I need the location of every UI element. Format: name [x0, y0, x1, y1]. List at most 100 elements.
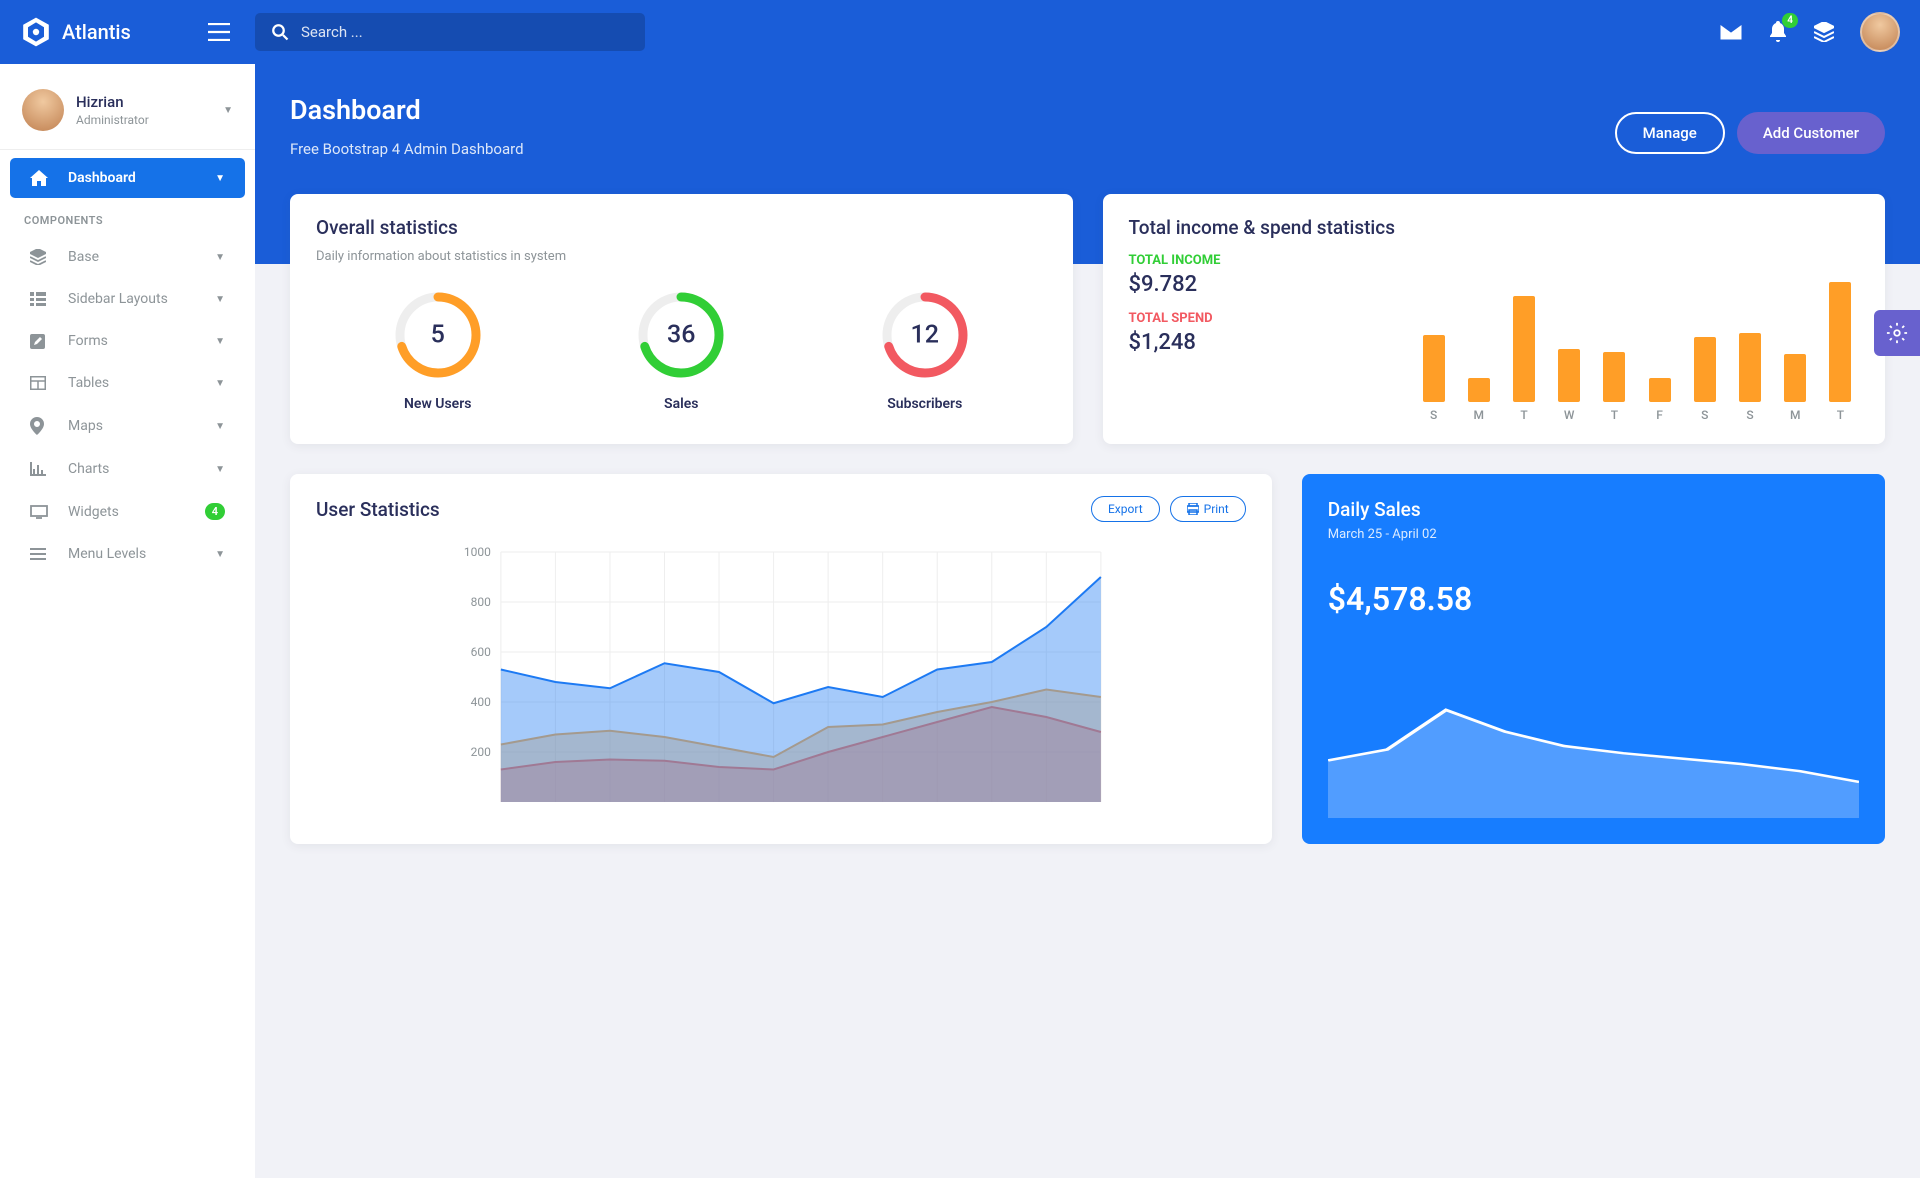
- manage-button[interactable]: Manage: [1615, 112, 1725, 154]
- chart-icon: [30, 462, 54, 476]
- svg-text:1000: 1000: [464, 545, 491, 559]
- daily-sales-chart: [1328, 638, 1859, 818]
- print-icon: [1187, 503, 1199, 515]
- card-title: Overall statistics: [316, 216, 1047, 239]
- nav-maps[interactable]: Maps ▼: [10, 405, 245, 447]
- chevron-down-icon: ▼: [223, 105, 233, 116]
- menu-toggle-icon[interactable]: [208, 23, 230, 41]
- bar-column: S: [1686, 337, 1723, 422]
- bar-column: T: [1822, 282, 1859, 422]
- bar-column: S: [1731, 333, 1768, 422]
- notification-badge: 4: [1782, 13, 1798, 28]
- settings-fab[interactable]: [1874, 310, 1920, 356]
- nav-forms[interactable]: Forms ▼: [10, 321, 245, 361]
- home-icon: [30, 170, 54, 186]
- user-stats-area-chart: 2004006008001000: [316, 542, 1246, 822]
- sidebar: Hizrian Administrator ▼ Dashboard ▼ COMP…: [0, 64, 255, 1178]
- bar-column: S: [1415, 335, 1452, 422]
- overall-statistics-card: Overall statistics Daily information abo…: [290, 194, 1073, 444]
- nav-tables[interactable]: Tables ▼: [10, 363, 245, 403]
- chevron-down-icon: ▼: [215, 378, 225, 389]
- nav-section-label: COMPONENTS: [0, 200, 255, 235]
- pencil-icon: [30, 334, 54, 349]
- chevron-down-icon: ▼: [215, 173, 225, 184]
- income-label: TOTAL INCOME: [1129, 253, 1395, 268]
- card-title: Total income & spend statistics: [1129, 216, 1395, 239]
- nav-base[interactable]: Base ▼: [10, 237, 245, 277]
- bar-column: T: [1505, 296, 1542, 422]
- search-icon: [271, 23, 289, 41]
- nav-label: Dashboard: [68, 170, 136, 186]
- search-box[interactable]: [255, 13, 645, 51]
- stat-circle: 5 New Users: [393, 290, 483, 412]
- stat-circle: 12 Subscribers: [880, 290, 970, 412]
- layers-icon: [30, 249, 54, 265]
- nav-label: Base: [68, 249, 99, 265]
- page-subtitle: Free Bootstrap 4 Admin Dashboard: [290, 140, 524, 158]
- user-avatar-top[interactable]: [1860, 12, 1900, 52]
- logo-icon: [20, 16, 52, 48]
- daily-sales-card: Daily Sales March 25 - April 02 $4,578.5…: [1302, 474, 1885, 844]
- grid-icon: [30, 292, 54, 306]
- chevron-down-icon: ▼: [215, 549, 225, 560]
- chevron-down-icon: ▼: [215, 294, 225, 305]
- search-input[interactable]: [301, 23, 629, 41]
- layers-icon[interactable]: [1814, 22, 1834, 42]
- nav-badge: 4: [205, 503, 225, 520]
- spend-value: $1,248: [1129, 330, 1395, 355]
- user-name: Hizrian: [76, 93, 149, 111]
- gear-icon: [1886, 322, 1908, 344]
- bar-column: F: [1641, 378, 1678, 422]
- logo-area[interactable]: Atlantis: [20, 16, 255, 48]
- nav-charts[interactable]: Charts ▼: [10, 449, 245, 489]
- card-title: Daily Sales: [1328, 498, 1859, 521]
- card-title: User Statistics: [316, 498, 440, 521]
- nav-widgets[interactable]: Widgets 4: [10, 491, 245, 532]
- nav-dashboard[interactable]: Dashboard ▼: [10, 158, 245, 198]
- card-subtitle: Daily information about statistics in sy…: [316, 249, 1047, 264]
- user-role: Administrator: [76, 113, 149, 127]
- svg-text:600: 600: [471, 645, 491, 659]
- daily-sales-value: $4,578.58: [1328, 580, 1859, 618]
- messages-icon[interactable]: [1720, 24, 1742, 40]
- nav-sidebar-layouts[interactable]: Sidebar Layouts ▼: [10, 279, 245, 319]
- income-value: $9.782: [1129, 272, 1395, 297]
- stat-circle: 36 Sales: [636, 290, 726, 412]
- desktop-icon: [30, 505, 54, 519]
- add-customer-button[interactable]: Add Customer: [1737, 112, 1885, 154]
- nav-label: Widgets: [68, 504, 119, 520]
- svg-text:200: 200: [471, 745, 491, 759]
- nav-menu-levels[interactable]: Menu Levels ▼: [10, 534, 245, 574]
- topbar-actions: 4: [1720, 12, 1900, 52]
- map-pin-icon: [30, 417, 54, 435]
- main: Dashboard Free Bootstrap 4 Admin Dashboa…: [255, 64, 1920, 1178]
- table-icon: [30, 376, 54, 390]
- spend-label: TOTAL SPEND: [1129, 311, 1395, 326]
- card-subtitle: March 25 - April 02: [1328, 527, 1859, 542]
- chevron-down-icon: ▼: [215, 336, 225, 347]
- topbar: Atlantis 4: [0, 0, 1920, 64]
- nav-label: Tables: [68, 375, 109, 391]
- user-avatar-icon: [22, 89, 64, 131]
- nav-label: Sidebar Layouts: [68, 291, 168, 307]
- bar-column: T: [1596, 352, 1633, 422]
- export-button[interactable]: Export: [1091, 496, 1160, 522]
- chevron-down-icon: ▼: [215, 421, 225, 432]
- svg-text:800: 800: [471, 595, 491, 609]
- bar-column: W: [1551, 349, 1588, 422]
- income-bar-chart: SMTWTFSSMT: [1415, 297, 1859, 422]
- chevron-down-icon: ▼: [215, 464, 225, 475]
- notifications-icon[interactable]: 4: [1768, 21, 1788, 43]
- nav-label: Charts: [68, 461, 109, 477]
- print-button[interactable]: Print: [1170, 496, 1246, 522]
- brand-name: Atlantis: [62, 20, 131, 44]
- income-spend-card: Total income & spend statistics TOTAL IN…: [1103, 194, 1886, 444]
- chevron-down-icon: ▼: [215, 252, 225, 263]
- nav-label: Menu Levels: [68, 546, 146, 562]
- user-statistics-card: User Statistics Export Print 20040060080…: [290, 474, 1272, 844]
- nav-label: Maps: [68, 418, 103, 434]
- nav-label: Forms: [68, 333, 108, 349]
- page-title: Dashboard: [290, 94, 524, 126]
- bars-icon: [30, 548, 54, 560]
- sidebar-user[interactable]: Hizrian Administrator ▼: [0, 79, 255, 150]
